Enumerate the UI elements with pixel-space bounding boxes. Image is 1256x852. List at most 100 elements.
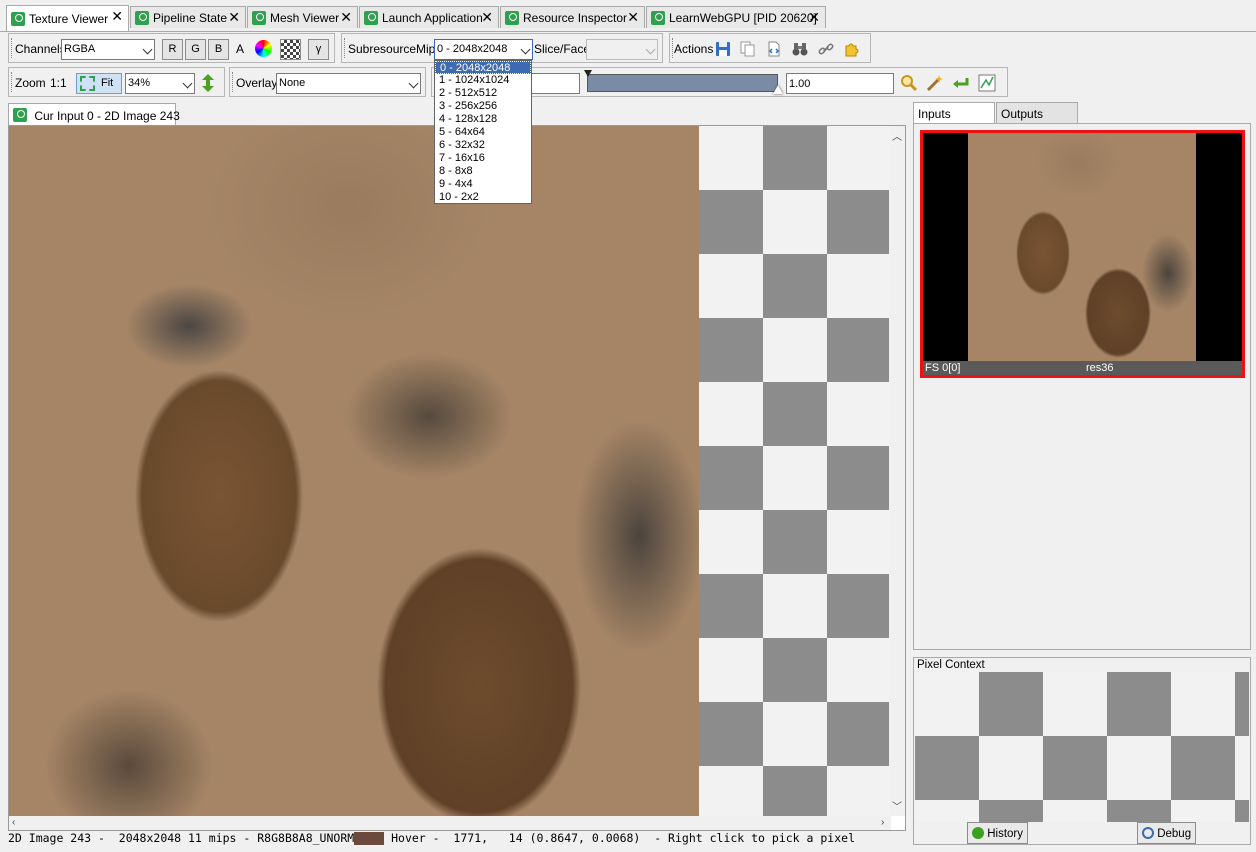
input-thumbnail[interactable]: FS 0[0] res36 <box>920 130 1245 378</box>
slice-face-select[interactable] <box>586 39 658 60</box>
toolbar-grip[interactable] <box>11 38 14 58</box>
overlay-value: None <box>279 77 306 89</box>
mip-option[interactable]: 9 - 4x4 <box>435 178 531 191</box>
scroll-down-icon[interactable]: ﹀ <box>892 798 902 813</box>
mip-select[interactable]: 0 - 2048x2048 <box>434 39 533 60</box>
status-hover-info: Hover - 1771, 14 (0.8647, 0.0068) - Righ… <box>384 831 855 845</box>
tab-resource-inspector[interactable]: Resource Inspector ✕ <box>500 6 645 28</box>
zoom-range-icon[interactable] <box>900 74 918 92</box>
vertical-scrollbar[interactable]: ︿ ﹀ <box>889 126 905 816</box>
hover-color-swatch <box>354 832 385 845</box>
blue-channel-toggle[interactable]: B <box>208 39 229 60</box>
mip-value: 0 - 2048x2048 <box>437 43 508 55</box>
close-icon[interactable]: ✕ <box>808 9 820 26</box>
scroll-left-icon[interactable]: ‹ <box>12 817 15 828</box>
mip-option[interactable]: 2 - 512x512 <box>435 87 531 100</box>
mip-option[interactable]: 0 - 2048x2048 <box>435 61 531 74</box>
horizontal-scrollbar[interactable]: ‹ › <box>9 816 891 830</box>
pixel-context-view[interactable] <box>915 672 1249 822</box>
close-icon[interactable]: ✕ <box>340 9 352 26</box>
document-tab-bar: Texture Viewer ✕ Pipeline State ✕ Mesh V… <box>0 0 1256 31</box>
red-channel-toggle[interactable]: R <box>162 39 183 60</box>
tab-cur-input[interactable]: Cur Input 0 - 2D Image 243 <box>8 103 180 125</box>
save-icon[interactable] <box>715 41 733 59</box>
chevron-down-icon <box>142 44 153 55</box>
tab-label: Pipeline State <box>153 10 228 25</box>
open-in-code-icon[interactable] <box>766 41 784 59</box>
link-icon[interactable] <box>818 41 836 59</box>
green-channel-toggle[interactable]: G <box>185 39 206 60</box>
mip-option[interactable]: 3 - 256x256 <box>435 100 531 113</box>
mip-label: Mip <box>416 42 436 56</box>
history-button[interactable]: History <box>967 822 1028 844</box>
channels-value: RGBA <box>64 43 96 55</box>
tab-learnwebgpu[interactable]: LearnWebGPU [PID 20620] ✕ <box>646 6 826 28</box>
toolbar-grip[interactable] <box>232 72 235 92</box>
mip-option[interactable]: 6 - 32x32 <box>435 139 531 152</box>
close-icon[interactable]: ✕ <box>481 9 493 26</box>
mip-dropdown-list: 0 - 2048x2048 1 - 1024x1024 2 - 512x512 3 -… <box>434 60 532 204</box>
thumbnail-image[interactable] <box>968 133 1196 361</box>
debug-button[interactable]: Debug <box>1137 822 1197 844</box>
chevron-down-icon <box>182 78 193 89</box>
range-histogram[interactable] <box>587 74 778 92</box>
histogram-icon[interactable] <box>978 74 996 92</box>
mip-option[interactable]: 4 - 128x128 <box>435 113 531 126</box>
mip-option[interactable]: 8 - 8x8 <box>435 165 531 178</box>
close-icon[interactable]: ✕ <box>111 8 123 25</box>
tab-outputs[interactable]: Outputs <box>996 102 1078 123</box>
toolbar-grip[interactable] <box>11 72 14 92</box>
texture-icon <box>13 108 27 122</box>
copy-icon[interactable] <box>740 41 758 59</box>
range-min-input[interactable] <box>530 73 580 94</box>
mip-option[interactable]: 7 - 16x16 <box>435 152 531 165</box>
range-max-input[interactable] <box>786 73 894 94</box>
gamma-toggle[interactable]: γ <box>308 39 329 60</box>
texture-viewport[interactable]: ︿ ﹀ ‹ › <box>8 125 906 831</box>
mip-option[interactable]: 5 - 64x64 <box>435 126 531 139</box>
tab-inputs[interactable]: Inputs <box>913 102 995 124</box>
history-icon <box>972 827 984 839</box>
chevron-down-icon <box>645 44 656 55</box>
alpha-channel-toggle[interactable]: A <box>236 42 244 56</box>
scroll-up-icon[interactable]: ︿ <box>892 128 902 143</box>
tab-label: Mesh Viewer <box>270 10 340 25</box>
range-max-handle[interactable] <box>773 85 783 94</box>
launch-application-icon <box>364 10 378 25</box>
tab-pipeline-state[interactable]: Pipeline State ✕ <box>130 6 246 28</box>
binoculars-icon[interactable] <box>792 41 810 59</box>
subresource-toolbar: Subresource Mip 0 - 2048x2048 Slice/Face <box>341 33 663 63</box>
color-wheel-icon[interactable] <box>255 40 272 57</box>
flip-vertical-icon[interactable] <box>201 74 219 92</box>
fit-button[interactable]: Fit <box>76 73 122 94</box>
tab-divider <box>0 31 1256 32</box>
actions-toolbar: Actions <box>669 33 871 63</box>
puzzle-icon[interactable] <box>844 41 862 59</box>
overlay-toolbar: Overlay None <box>229 67 426 97</box>
mip-option[interactable]: 1 - 1024x1024 <box>435 74 531 87</box>
scroll-right-icon[interactable]: › <box>881 817 884 828</box>
range-min-handle[interactable] <box>584 70 592 77</box>
channels-select[interactable]: RGBA <box>61 39 155 60</box>
overlay-select[interactable]: None <box>276 73 421 94</box>
tab-launch-application[interactable]: Launch Application ✕ <box>359 6 499 28</box>
close-icon[interactable]: ✕ <box>228 9 240 26</box>
close-icon[interactable]: ✕ <box>627 9 639 26</box>
tab-mesh-viewer[interactable]: Mesh Viewer ✕ <box>247 6 358 28</box>
actions-label: Actions <box>674 42 714 56</box>
auto-fit-wand-icon[interactable] <box>926 74 944 92</box>
checkerboard-icon[interactable] <box>280 39 301 60</box>
resource-inspector-icon <box>505 10 519 25</box>
capture-icon <box>651 10 665 25</box>
chevron-down-icon <box>408 78 419 89</box>
texture-image[interactable] <box>9 126 699 816</box>
pipeline-state-icon <box>135 10 149 25</box>
toolbar-grip[interactable] <box>344 38 347 58</box>
zoom-one-to-one-button[interactable]: 1:1 <box>50 76 67 90</box>
zoom-select[interactable]: 34% <box>125 73 195 94</box>
overlay-label: Overlay <box>236 76 278 90</box>
debug-label: Debug <box>1157 828 1192 840</box>
tab-texture-viewer[interactable]: Texture Viewer ✕ <box>6 5 129 31</box>
reset-range-icon[interactable] <box>952 74 970 92</box>
mip-option[interactable]: 10 - 2x2 <box>435 191 531 204</box>
